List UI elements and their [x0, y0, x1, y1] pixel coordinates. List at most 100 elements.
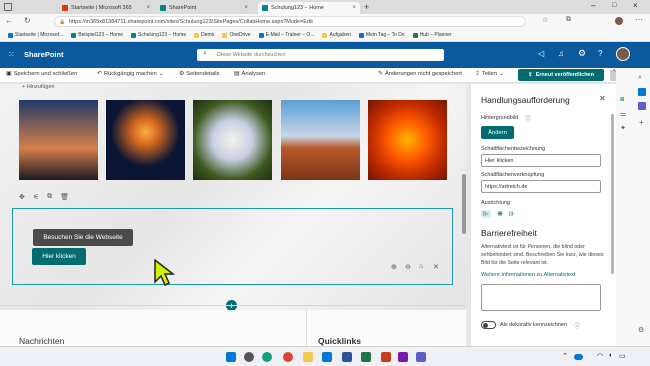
maximize-icon[interactable]: □	[612, 2, 616, 9]
align-center-icon[interactable]: ❋	[497, 210, 503, 218]
info-icon[interactable]: ⓘ	[525, 114, 531, 123]
volume-icon[interactable]: ◖	[608, 352, 612, 359]
tab-startseite[interactable]: Startseite | Microsoft 365 ×	[58, 2, 154, 14]
search-icon[interactable]: ⌕	[638, 74, 642, 82]
pane-scrollbar[interactable]	[611, 114, 614, 274]
outlook-icon[interactable]	[638, 88, 646, 96]
bookmark-item[interactable]: Beispiel123 – Home	[71, 32, 123, 38]
collections-icon[interactable]: ⧉	[566, 16, 571, 24]
image-lighthouse[interactable]	[19, 100, 98, 180]
close-icon[interactable]: ×	[244, 5, 248, 11]
align-right-icon[interactable]: ⊪	[509, 210, 515, 218]
bookmark-item[interactable]: Demo	[194, 32, 214, 38]
profile-icon[interactable]	[615, 17, 623, 25]
word-icon[interactable]	[342, 352, 352, 362]
alt-text-field[interactable]	[481, 284, 601, 311]
teams-icon[interactable]	[638, 102, 646, 110]
chrome-icon[interactable]	[283, 352, 293, 362]
bookmark-item[interactable]: E-Mail – Trainer – O...	[258, 32, 314, 38]
plus-icon[interactable]: +	[639, 118, 644, 127]
onedrive-icon[interactable]	[574, 354, 583, 360]
change-button[interactable]: Ändern	[481, 126, 514, 139]
tab-sharepoint[interactable]: SharePoint ×	[156, 2, 252, 14]
teams-icon[interactable]	[416, 352, 426, 362]
visit-website-button[interactable]: Besuchen Sie die Webseite	[33, 229, 133, 246]
sharepoint-icon	[262, 5, 268, 11]
info-icon[interactable]: ⓘ	[574, 321, 580, 330]
search-icon[interactable]	[244, 352, 254, 362]
edge-icon[interactable]	[262, 352, 272, 362]
copilot-icon[interactable]: ⧈	[620, 96, 624, 104]
settings-icon[interactable]: ⚟	[33, 193, 39, 201]
tray-chevron-icon[interactable]: ⌃	[562, 352, 568, 360]
sliders-icon[interactable]: ⚌	[620, 110, 626, 118]
page-details-button[interactable]: ⚙ Seitendetails	[179, 71, 219, 77]
bookmark-item[interactable]: Startseite | Microsof...	[8, 32, 63, 38]
close-icon[interactable]: ✕	[599, 94, 606, 103]
new-tab-icon[interactable]: +	[364, 2, 369, 12]
bookmark-item[interactable]: Schulung123 – Home	[131, 32, 186, 38]
move-icon[interactable]: ✥	[19, 193, 25, 201]
powerpoint-icon[interactable]	[381, 352, 391, 362]
file-explorer-icon[interactable]	[303, 352, 313, 362]
outlook-icon[interactable]	[322, 352, 332, 362]
edit-image-icon[interactable]: ⌂	[419, 263, 423, 270]
windows-start-icon[interactable]	[226, 352, 236, 362]
undo-button[interactable]: ↶ Rückgängig machen ⌄	[97, 71, 164, 77]
image-jellyfish[interactable]	[106, 100, 185, 180]
close-window-icon[interactable]: ×	[633, 1, 638, 10]
reload-icon[interactable]: ↻	[24, 16, 31, 25]
help-icon[interactable]: ?	[598, 49, 602, 58]
app-name[interactable]: SharePoint	[24, 50, 64, 59]
sidebar-settings-icon[interactable]: ⚙	[638, 326, 644, 334]
align-left-icon[interactable]: ⊫	[481, 210, 492, 218]
click-here-button[interactable]: Hier klicken	[32, 248, 86, 265]
delete-icon[interactable]: 🗑	[60, 193, 69, 201]
duplicate-icon[interactable]: ⧉	[47, 193, 52, 201]
bookmark-item[interactable]: Aufgaben	[322, 32, 351, 38]
close-icon[interactable]: ✕	[433, 263, 439, 271]
app-launcher-icon[interactable]: ⁙	[8, 50, 15, 59]
notification-icon[interactable]: ♫	[558, 49, 564, 58]
gear-icon[interactable]: ⚙	[578, 48, 586, 59]
call-to-action-section[interactable]: Besuchen Sie die Webseite Hier klicken ⊕…	[12, 208, 453, 285]
avatar[interactable]	[616, 47, 630, 61]
image-desert[interactable]	[281, 100, 360, 180]
save-close-button[interactable]: ▣ Speichern und schließen	[6, 71, 77, 77]
wifi-icon[interactable]: ◠	[597, 352, 603, 360]
megaphone-icon[interactable]: ◁	[538, 49, 544, 58]
bookmark-item[interactable]: Mein Tag – To Do	[358, 32, 405, 38]
accessibility-text: Alternativtext ist für Personen, die bli…	[481, 244, 604, 266]
more-icon[interactable]: ⋯	[635, 15, 643, 24]
share-button[interactable]: ⇪ Teilen ⌄	[475, 71, 504, 77]
republish-button[interactable]: ⇪ Erneut veröffentlichen	[518, 69, 604, 81]
button-link-input[interactable]: https://artreich.de	[481, 180, 601, 193]
analytics-button[interactable]: ▤ Analysen	[234, 71, 265, 77]
button-label-input[interactable]: Hier klicken	[481, 154, 601, 167]
planner-icon	[412, 32, 418, 38]
close-icon[interactable]: ×	[146, 5, 150, 11]
image-hydrangea[interactable]	[193, 100, 272, 180]
browser-menu-icon[interactable]	[4, 3, 12, 11]
onenote-icon[interactable]	[398, 352, 408, 362]
search-input[interactable]: ⌕ Diese Website durchsuchen	[197, 49, 444, 61]
add-link[interactable]: + Hinzufügen	[22, 84, 55, 90]
scrollbar[interactable]	[462, 174, 466, 234]
image-flower[interactable]	[368, 100, 447, 180]
tab-schulung123[interactable]: Schulung123 – Home ×	[258, 2, 360, 14]
unsaved-label: Änderungen nicht gespeichert	[384, 71, 462, 77]
design-ideas-icon[interactable]: ✦	[620, 124, 626, 132]
minimize-icon[interactable]: –	[591, 1, 595, 10]
bookmark-item[interactable]: Hub – Planner	[412, 32, 452, 38]
bookmark-item[interactable]: OneDrive	[222, 32, 251, 38]
battery-icon[interactable]: ▭	[619, 352, 626, 360]
zoom-out-icon[interactable]: ⊖	[405, 263, 411, 271]
favorites-icon[interactable]: ☆	[542, 16, 548, 24]
zoom-in-icon[interactable]: ⊕	[391, 263, 397, 271]
excel-icon[interactable]	[361, 352, 371, 362]
close-icon[interactable]: ×	[352, 5, 356, 11]
url-bar[interactable]: 🔒 https://m365x81384711.sharepoint.com/s…	[54, 16, 526, 27]
alt-text-link[interactable]: Weitere Informationen zu Alternativtext	[481, 272, 575, 278]
back-icon[interactable]: ←	[5, 16, 13, 25]
decorative-toggle[interactable]	[481, 321, 496, 329]
